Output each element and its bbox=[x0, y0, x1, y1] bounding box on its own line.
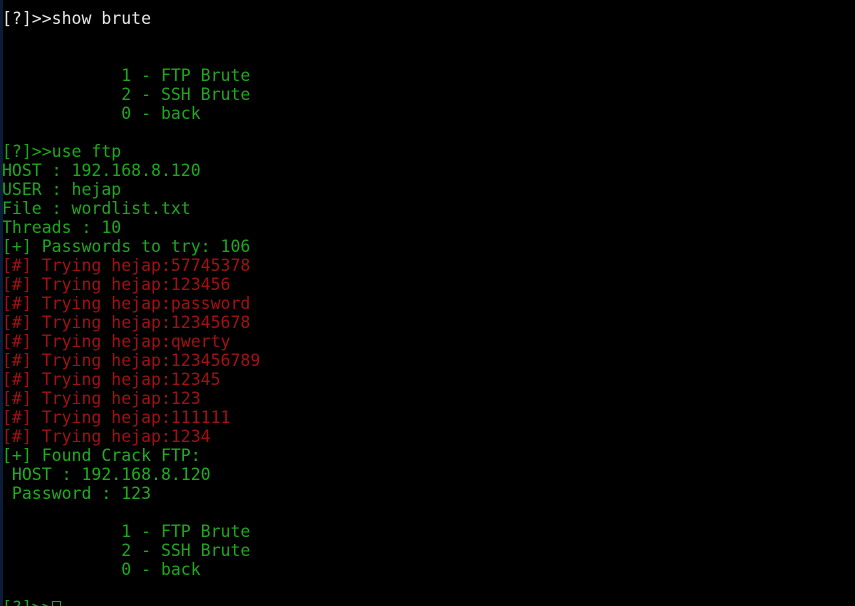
prompt-symbol: [?]>> bbox=[2, 598, 52, 606]
terminal-output[interactable]: [?]>>show brute 1 - FTP Brute 2 - SSH Br… bbox=[0, 0, 855, 606]
config-host: HOST : 192.168.8.120 bbox=[2, 161, 201, 180]
attempt-line: [#] Trying hejap:qwerty bbox=[2, 332, 231, 351]
attempt-line: [#] Trying hejap:1234 bbox=[2, 427, 211, 446]
menu-item-ftp-brute-top[interactable]: 1 - FTP Brute bbox=[0, 66, 855, 85]
menu-item-back-bottom[interactable]: 0 - back bbox=[0, 560, 855, 579]
result-password: Password : 123 bbox=[2, 484, 152, 503]
menu-item-ssh-brute-top[interactable]: 2 - SSH Brute bbox=[0, 85, 855, 104]
attempt-line: [#] Trying hejap:123 bbox=[2, 389, 201, 408]
attempt-line: [#] Trying hejap:123456 bbox=[2, 275, 231, 294]
config-file: File : wordlist.txt bbox=[2, 199, 191, 218]
attempt-line: [#] Trying hejap:111111 bbox=[2, 408, 231, 427]
result-header: [+] Found Crack FTP: bbox=[2, 446, 201, 465]
command-line-use-ftp: [?]>>use ftp bbox=[2, 142, 122, 161]
command-line-show-brute: [?]>>show brute bbox=[2, 9, 152, 28]
window-left-edge bbox=[0, 0, 3, 606]
text-cursor[interactable] bbox=[51, 601, 61, 606]
attempt-line: [#] Trying hejap:12345 bbox=[2, 370, 221, 389]
config-user: USER : hejap bbox=[2, 180, 122, 199]
status-passwords-to-try: [+] Passwords to try: 106 bbox=[2, 237, 251, 256]
menu-item-back-top[interactable]: 0 - back bbox=[0, 104, 855, 123]
attempt-line: [#] Trying hejap:12345678 bbox=[2, 313, 251, 332]
terminal-window[interactable]: [?]>>show brute 1 - FTP Brute 2 - SSH Br… bbox=[0, 0, 855, 606]
menu-item-ssh-brute-bottom[interactable]: 2 - SSH Brute bbox=[0, 541, 855, 560]
result-host: HOST : 192.168.8.120 bbox=[2, 465, 211, 484]
input-prompt-line[interactable]: [?]>> bbox=[0, 598, 855, 606]
attempt-line: [#] Trying hejap:123456789 bbox=[2, 351, 261, 370]
attempt-line: [#] Trying hejap:57745378 bbox=[2, 256, 251, 275]
config-threads: Threads : 10 bbox=[2, 218, 122, 237]
attempt-line: [#] Trying hejap:password bbox=[2, 294, 251, 313]
menu-item-ftp-brute-bottom[interactable]: 1 - FTP Brute bbox=[0, 522, 855, 541]
